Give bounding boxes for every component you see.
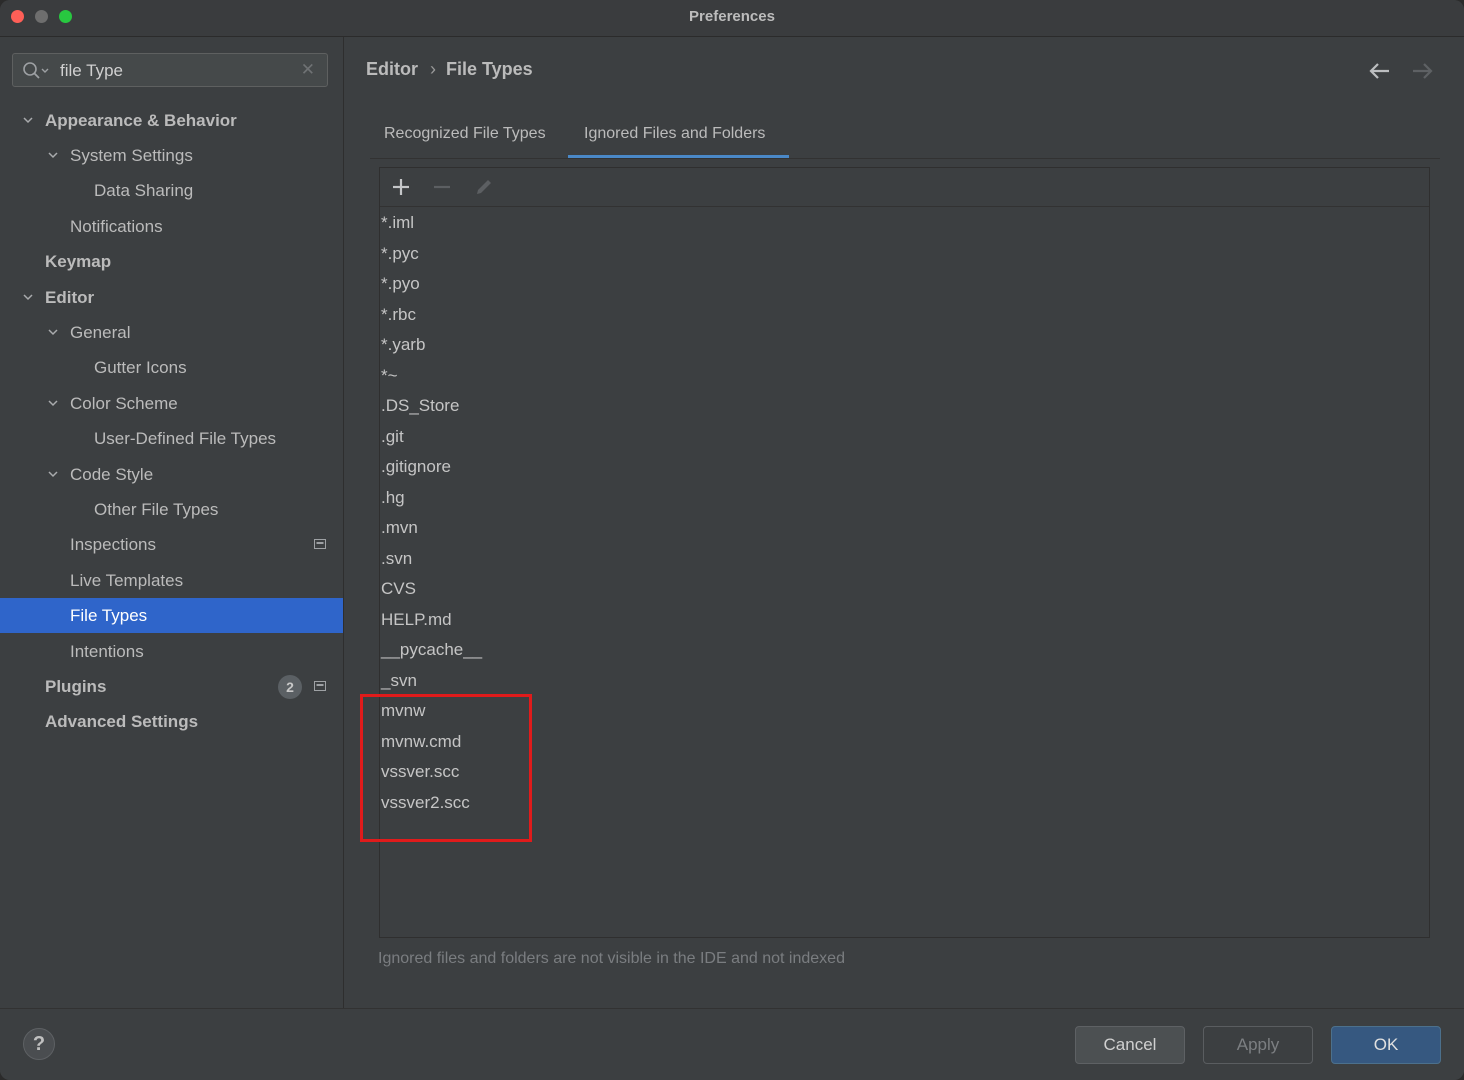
- sidebar-item-gutter-icons[interactable]: Gutter Icons: [0, 350, 343, 385]
- list-item[interactable]: *.rbc: [381, 300, 416, 330]
- list-item[interactable]: .git: [381, 422, 404, 452]
- ok-button[interactable]: OK: [1331, 1026, 1441, 1064]
- sidebar-item-code-style[interactable]: Code Style: [0, 457, 343, 492]
- forward-arrow-icon[interactable]: [1410, 61, 1434, 81]
- sidebar-item-label: User-Defined File Types: [94, 429, 277, 448]
- sidebar-item-data-sharing[interactable]: Data Sharing: [0, 173, 343, 208]
- sidebar-item-label: Inspections: [70, 535, 156, 554]
- window-title: Preferences: [689, 8, 775, 25]
- search-icon: [23, 62, 49, 79]
- chevron-down-icon[interactable]: [48, 398, 58, 408]
- sidebar-item-user-defined-file-types[interactable]: User-Defined File Types: [0, 421, 343, 456]
- list-item[interactable]: *.pyc: [381, 239, 419, 269]
- list-item[interactable]: .gitignore: [381, 452, 451, 482]
- tab-label: Ignored Files and Folders: [584, 125, 766, 142]
- chevron-down-icon[interactable]: [23, 292, 33, 302]
- sidebar-item-label: General: [70, 323, 131, 342]
- project-settings-icon: [314, 681, 326, 691]
- sidebar-item-other-file-types[interactable]: Other File Types: [0, 492, 343, 527]
- list-item[interactable]: .hg: [381, 483, 405, 513]
- settings-search-field[interactable]: file Type ✕: [12, 53, 328, 87]
- sidebar-item-appearance-behavior[interactable]: Appearance & Behavior: [0, 103, 343, 138]
- chevron-down-icon[interactable]: [48, 150, 58, 160]
- list-toolbar: [380, 168, 1429, 207]
- breadcrumb: Editor › File Types: [366, 59, 533, 80]
- cancel-button[interactable]: Cancel: [1075, 1026, 1185, 1064]
- sidebar-item-keymap[interactable]: Keymap: [0, 244, 343, 279]
- sidebar-item-label: Advanced Settings: [45, 712, 199, 731]
- project-settings-icon: [314, 539, 326, 549]
- sidebar-item-label: Code Style: [70, 465, 154, 484]
- ignored-files-hint: Ignored files and folders are not visibl…: [378, 950, 845, 967]
- list-item[interactable]: *.iml: [381, 208, 414, 238]
- sidebar-item-system-settings[interactable]: System Settings: [0, 138, 343, 173]
- settings-sidebar: file Type ✕ Appearance & Behavior System…: [0, 37, 344, 1008]
- search-input[interactable]: file Type: [60, 54, 123, 88]
- list-item[interactable]: _svn: [381, 666, 417, 696]
- sidebar-item-label: Intentions: [70, 642, 144, 661]
- sidebar-item-label: File Types: [70, 606, 148, 625]
- sidebar-item-inspections[interactable]: Inspections: [0, 527, 343, 562]
- clear-search-icon[interactable]: ✕: [301, 54, 315, 86]
- list-item[interactable]: .mvn: [381, 513, 418, 543]
- sidebar-item-label: Notifications: [70, 217, 163, 236]
- remove-icon[interactable]: [431, 176, 453, 198]
- help-button[interactable]: ?: [23, 1028, 55, 1060]
- back-arrow-icon[interactable]: [1368, 61, 1392, 81]
- title-bar: Preferences: [0, 0, 1464, 37]
- sidebar-item-plugins[interactable]: Plugins 2: [0, 669, 343, 704]
- ignored-files-panel: *.iml *.pyc *.pyo *.rbc *.yarb *~ .DS_St…: [379, 167, 1430, 938]
- add-icon[interactable]: [390, 176, 412, 198]
- list-item[interactable]: .svn: [381, 544, 412, 574]
- sidebar-item-general[interactable]: General: [0, 315, 343, 350]
- list-item[interactable]: *.yarb: [381, 330, 425, 360]
- dialog-footer: ? Cancel Apply OK: [0, 1008, 1464, 1080]
- sidebar-item-editor[interactable]: Editor: [0, 280, 343, 315]
- breadcrumb-current: File Types: [446, 59, 533, 79]
- sidebar-item-label: Color Scheme: [70, 394, 178, 413]
- sidebar-item-label: Gutter Icons: [94, 358, 187, 377]
- breadcrumb-parent[interactable]: Editor: [366, 59, 418, 79]
- sidebar-item-label: Editor: [45, 288, 95, 307]
- sidebar-item-intentions[interactable]: Intentions: [0, 634, 343, 669]
- sidebar-item-label: Keymap: [45, 252, 112, 271]
- list-item[interactable]: __pycache__: [381, 635, 482, 665]
- sidebar-item-file-types[interactable]: File Types: [0, 598, 343, 633]
- preferences-window: Preferences file Type ✕ Appearance & Beh…: [0, 0, 1464, 1080]
- chevron-down-icon[interactable]: [48, 327, 58, 337]
- sidebar-item-label: Data Sharing: [94, 181, 194, 200]
- sidebar-item-advanced-settings[interactable]: Advanced Settings: [0, 704, 343, 739]
- annotation-highlight-box: [360, 694, 532, 842]
- sidebar-item-notifications[interactable]: Notifications: [0, 209, 343, 244]
- tab-ignored-files-and-folders[interactable]: Ignored Files and Folders: [568, 115, 789, 159]
- breadcrumb-separator-icon: ›: [430, 59, 436, 79]
- tab-divider: [370, 158, 1440, 159]
- sidebar-item-label: Appearance & Behavior: [45, 111, 237, 130]
- sidebar-item-live-templates[interactable]: Live Templates: [0, 563, 343, 598]
- sidebar-item-label: System Settings: [70, 146, 193, 165]
- tab-recognized-file-types[interactable]: Recognized File Types: [384, 115, 546, 159]
- list-item[interactable]: *.pyo: [381, 269, 420, 299]
- apply-button[interactable]: Apply: [1203, 1026, 1313, 1064]
- list-item[interactable]: CVS: [381, 574, 416, 604]
- list-item[interactable]: HELP.md: [381, 605, 452, 635]
- settings-content: Editor › File Types Recognized File Types …: [344, 37, 1464, 1008]
- plugins-count-badge: 2: [278, 675, 302, 699]
- sidebar-item-label: Other File Types: [94, 500, 219, 519]
- sidebar-item-label: Live Templates: [70, 571, 184, 590]
- chevron-down-icon[interactable]: [23, 115, 33, 125]
- sidebar-item-label: Plugins: [45, 677, 107, 696]
- list-item[interactable]: .DS_Store: [381, 391, 459, 421]
- edit-pencil-icon[interactable]: [473, 176, 495, 198]
- sidebar-item-color-scheme[interactable]: Color Scheme: [0, 386, 343, 421]
- list-item[interactable]: *~: [381, 361, 398, 391]
- chevron-down-icon[interactable]: [48, 469, 58, 479]
